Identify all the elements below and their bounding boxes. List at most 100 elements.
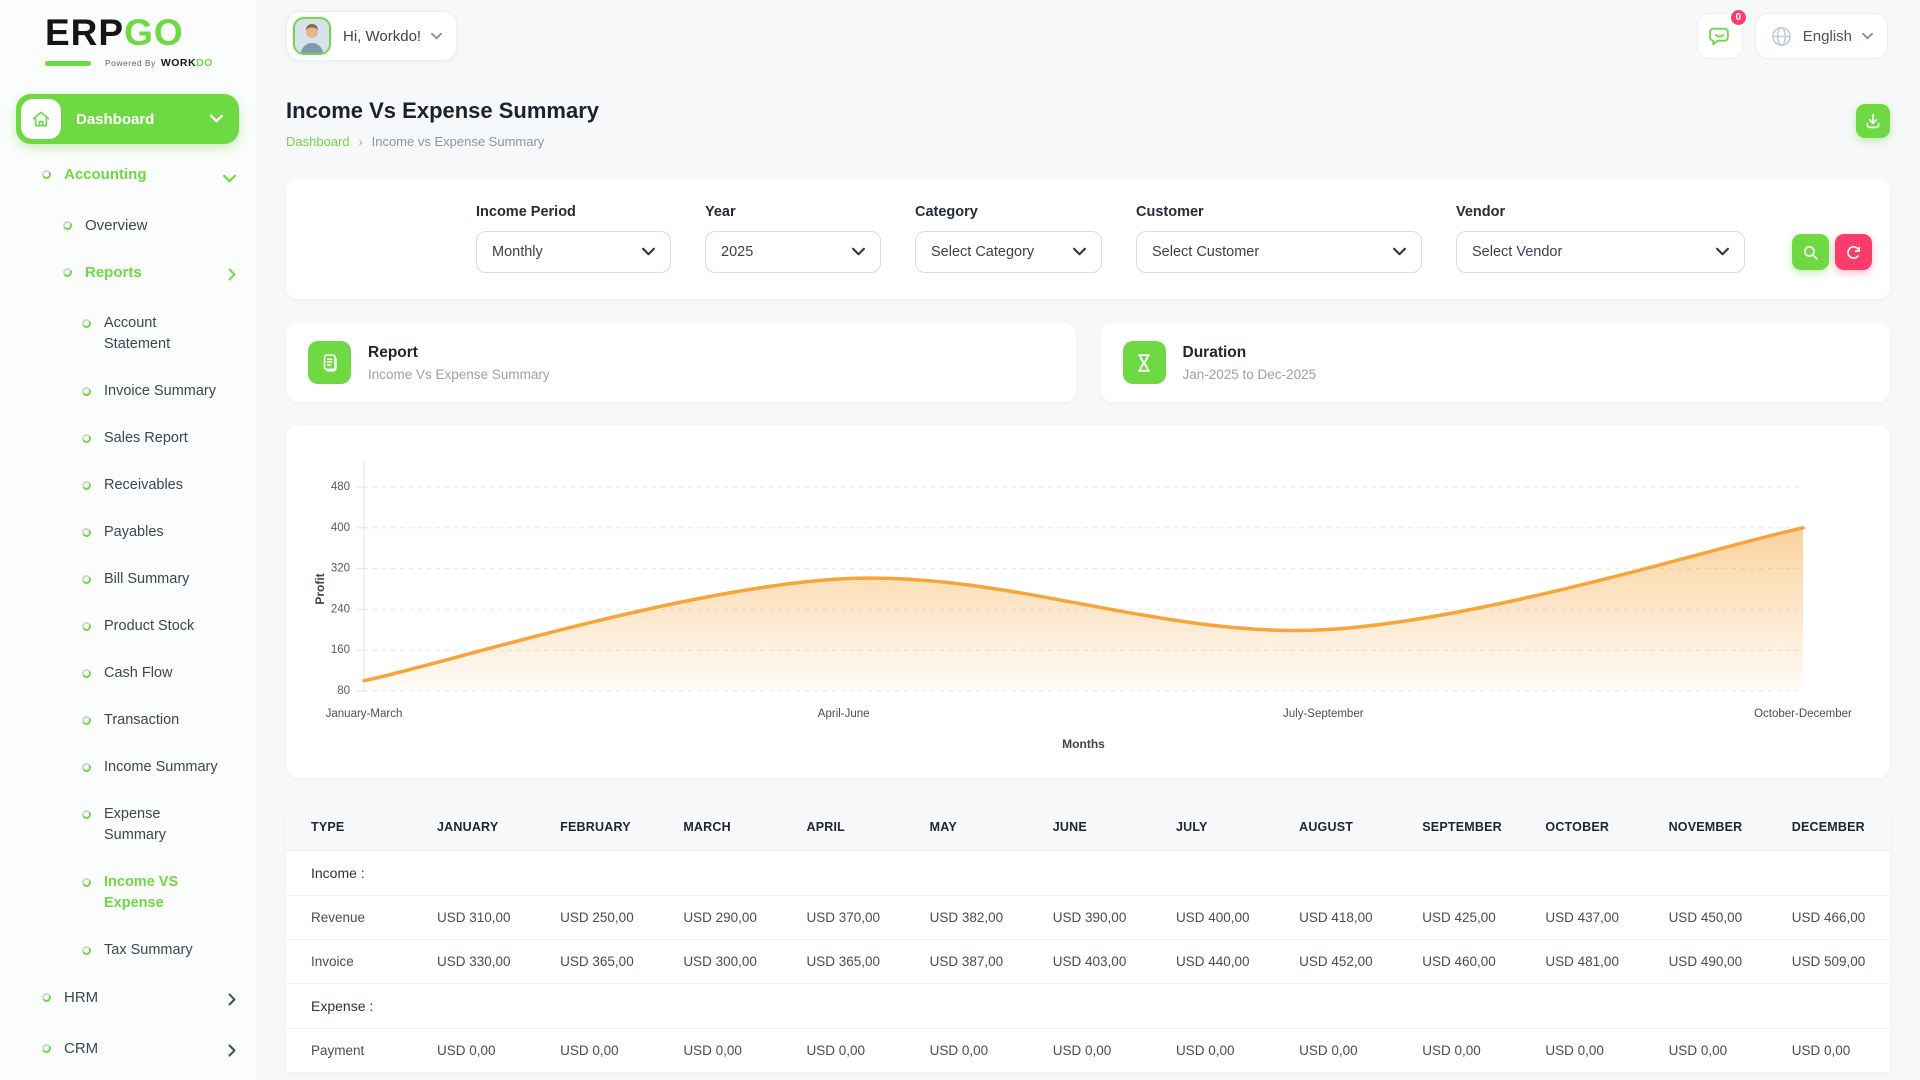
- chevron-down-icon: [1393, 243, 1406, 261]
- duration-card-subtitle: Jan-2025 to Dec-2025: [1182, 366, 1317, 382]
- sidebar-item-invoice-summary[interactable]: Invoice Summary: [0, 368, 256, 415]
- report-card-subtitle: Income Vs Expense Summary: [368, 366, 550, 382]
- breadcrumb-separator: ›: [358, 134, 363, 149]
- table-cell: USD 382,00: [904, 895, 1028, 940]
- income-period-select[interactable]: Monthly: [476, 231, 671, 273]
- vendor-select[interactable]: Select Vendor: [1456, 231, 1745, 273]
- table-cell: USD 365,00: [535, 939, 659, 984]
- powered-by-text: Powered By: [105, 58, 156, 68]
- column-header-april: APRIL: [781, 804, 905, 851]
- table-cell: USD 0,00: [535, 1028, 659, 1072]
- sidebar-item-crm[interactable]: CRM: [0, 1025, 256, 1076]
- table-cell: USD 250,00: [535, 895, 659, 940]
- table-cell: USD 0,00: [1766, 1028, 1890, 1072]
- report-card: Report Income Vs Expense Summary: [286, 323, 1076, 402]
- row-type-label: Invoice: [286, 939, 412, 984]
- sidebar-item-sales-report[interactable]: Sales Report: [0, 415, 256, 462]
- svg-text:July-September: July-September: [1283, 708, 1364, 720]
- sidebar-item-account-statement[interactable]: Account Statement: [0, 300, 256, 368]
- bullet-icon: [80, 432, 93, 445]
- customer-select[interactable]: Select Customer: [1136, 231, 1422, 273]
- sidebar-dashboard-label: Dashboard: [76, 110, 155, 128]
- bullet-icon: [40, 991, 53, 1004]
- home-icon: [21, 99, 61, 139]
- filter-actions: [1792, 234, 1872, 273]
- table-cell: USD 403,00: [1027, 939, 1151, 984]
- sidebar-item-cash-flow[interactable]: Cash Flow: [0, 650, 256, 697]
- sidebar-item-label: Payables: [104, 524, 164, 540]
- language-selector[interactable]: English: [1754, 13, 1888, 59]
- svg-text:80: 80: [337, 685, 350, 697]
- sidebar-item-tax-summary[interactable]: Tax Summary: [0, 927, 256, 974]
- column-header-september: SEPTEMBER: [1397, 804, 1521, 851]
- avatar: [293, 17, 331, 55]
- table-cell: USD 365,00: [781, 939, 905, 984]
- table-cell: USD 0,00: [1643, 1028, 1767, 1072]
- selected-value: Monthly: [492, 244, 543, 260]
- sidebar-item-hrm[interactable]: HRM: [0, 974, 256, 1025]
- sidebar-item-product-stock[interactable]: Product Stock: [0, 603, 256, 650]
- row-type-label: Payment: [286, 1028, 412, 1072]
- filter-group-year: Year 2025: [705, 204, 881, 273]
- sidebar-item-expense-summary[interactable]: Expense Summary: [0, 791, 256, 859]
- selected-value: Select Vendor: [1472, 244, 1563, 260]
- brand-underline-bar: [45, 60, 91, 66]
- sidebar-item-accounting[interactable]: Accounting: [0, 151, 256, 202]
- table-cell: USD 0,00: [1520, 1028, 1644, 1072]
- sidebar-item-transaction[interactable]: Transaction: [0, 697, 256, 744]
- chevron-down-icon: [1073, 243, 1086, 261]
- column-header-october: OCTOBER: [1520, 804, 1644, 851]
- sidebar-item-overview[interactable]: Overview: [0, 202, 256, 249]
- svg-text:April-June: April-June: [818, 708, 870, 720]
- income-expense-table-card: TYPE JANUARY FEBRUARY MARCH APRIL MAY JUNE JULY…: [286, 804, 1890, 1072]
- apply-filter-button[interactable]: [1792, 234, 1829, 270]
- reset-filter-button[interactable]: [1835, 234, 1872, 270]
- bullet-icon: [80, 479, 93, 492]
- sidebar-item-payables[interactable]: Payables: [0, 509, 256, 556]
- sidebar-item-receivables[interactable]: Receivables: [0, 462, 256, 509]
- svg-text:January-March: January-March: [326, 708, 403, 720]
- notifications-button[interactable]: 0: [1696, 8, 1748, 59]
- table-cell: USD 0,00: [1027, 1028, 1151, 1072]
- user-menu-button[interactable]: Hi, Workdo!: [286, 11, 458, 61]
- column-header-may: MAY: [904, 804, 1028, 851]
- column-header-june: JUNE: [1027, 804, 1151, 851]
- sidebar-item-label: Income Summary: [104, 759, 218, 775]
- section-label: Expense :: [286, 983, 1890, 1029]
- category-select[interactable]: Select Category: [915, 231, 1102, 273]
- table-cell: USD 0,00: [781, 1028, 905, 1072]
- powered-by-brand: WORKDO: [161, 57, 213, 69]
- table-cell: USD 0,00: [904, 1028, 1028, 1072]
- report-document-icon: [308, 341, 351, 384]
- chevron-right-icon: [228, 991, 236, 1012]
- notification-badge: 0: [1728, 8, 1748, 27]
- brand-name-accent: GO: [124, 12, 184, 53]
- brand-name-primary: ERP: [45, 12, 125, 53]
- sidebar-item-dashboard[interactable]: Dashboard: [16, 94, 239, 144]
- sidebar: ERPGO Powered By WORKDO Dashboard Accoun…: [0, 0, 256, 1080]
- sidebar-item-income-vs-expense[interactable]: Income VS Expense: [0, 859, 256, 927]
- sidebar-item-income-summary[interactable]: Income Summary: [0, 744, 256, 791]
- table-row-payment: Payment USD 0,00 USD 0,00 USD 0,00 USD 0,00 U…: [286, 1028, 1890, 1072]
- search-icon: [1803, 245, 1818, 260]
- download-button[interactable]: [1856, 104, 1890, 138]
- table-cell: USD 300,00: [658, 939, 782, 984]
- chevron-right-icon: [228, 1042, 236, 1063]
- table-cell: USD 440,00: [1150, 939, 1275, 984]
- table-cell: USD 425,00: [1397, 895, 1521, 940]
- table-cell: USD 0,00: [658, 1028, 782, 1072]
- bullet-icon: [40, 168, 53, 181]
- filter-label: Customer: [1136, 204, 1204, 220]
- sidebar-item-bill-summary[interactable]: Bill Summary: [0, 556, 256, 603]
- topbar: Hi, Workdo! 0 English: [256, 0, 1920, 72]
- sidebar-item-reports[interactable]: Reports: [0, 249, 256, 300]
- filter-group-income-period: Income Period Monthly: [476, 204, 671, 273]
- breadcrumb-link-dashboard[interactable]: Dashboard: [286, 134, 350, 149]
- table-section-row-expense: Expense :: [286, 983, 1890, 1029]
- sidebar-item-label: Bill Summary: [104, 571, 190, 587]
- report-card-title: Report: [368, 343, 418, 361]
- year-select[interactable]: 2025: [705, 231, 881, 273]
- table-row-invoice: Invoice USD 330,00 USD 365,00 USD 300,00 USD…: [286, 939, 1890, 984]
- sidebar-item-label: Tax Summary: [104, 942, 193, 958]
- sidebar-item-label: HRM: [64, 989, 99, 1006]
